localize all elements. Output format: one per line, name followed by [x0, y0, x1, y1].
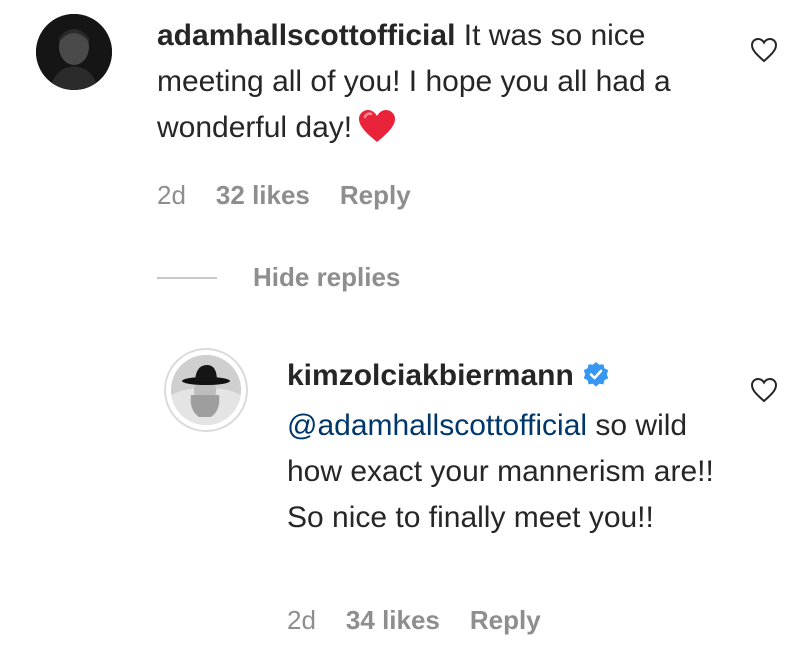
- reply-age[interactable]: 2d: [287, 605, 316, 636]
- red-heart-emoji-icon: [358, 109, 396, 157]
- mention-link[interactable]: @adamhallscottofficial: [287, 409, 587, 442]
- reply-button[interactable]: Reply: [470, 605, 541, 636]
- comment-likes[interactable]: 32 likes: [216, 180, 310, 211]
- reply-username[interactable]: kimzolciakbiermann: [287, 359, 574, 392]
- like-heart-icon[interactable]: [750, 37, 778, 68]
- verified-badge-icon: [582, 357, 610, 403]
- comment-meta: 2d 32 likes Reply: [157, 180, 411, 211]
- comment-body: adamhallscottofficial It was so nice mee…: [157, 13, 717, 157]
- profile-photo-icon: [171, 355, 241, 425]
- comment-username[interactable]: adamhallscottofficial: [157, 19, 455, 52]
- comment-age[interactable]: 2d: [157, 180, 186, 211]
- divider-line: [157, 276, 217, 279]
- profile-photo-icon: [36, 14, 112, 90]
- avatar[interactable]: [36, 14, 112, 90]
- hide-replies-button[interactable]: Hide replies: [157, 262, 400, 293]
- reply-body: kimzolciakbiermann @adamhallscottofficia…: [287, 353, 727, 541]
- avatar[interactable]: [164, 348, 248, 432]
- hide-replies-label: Hide replies: [253, 262, 401, 292]
- reply-meta: 2d 34 likes Reply: [287, 605, 541, 636]
- like-heart-icon[interactable]: [750, 377, 778, 408]
- reply-likes[interactable]: 34 likes: [346, 605, 440, 636]
- reply-button[interactable]: Reply: [340, 180, 411, 211]
